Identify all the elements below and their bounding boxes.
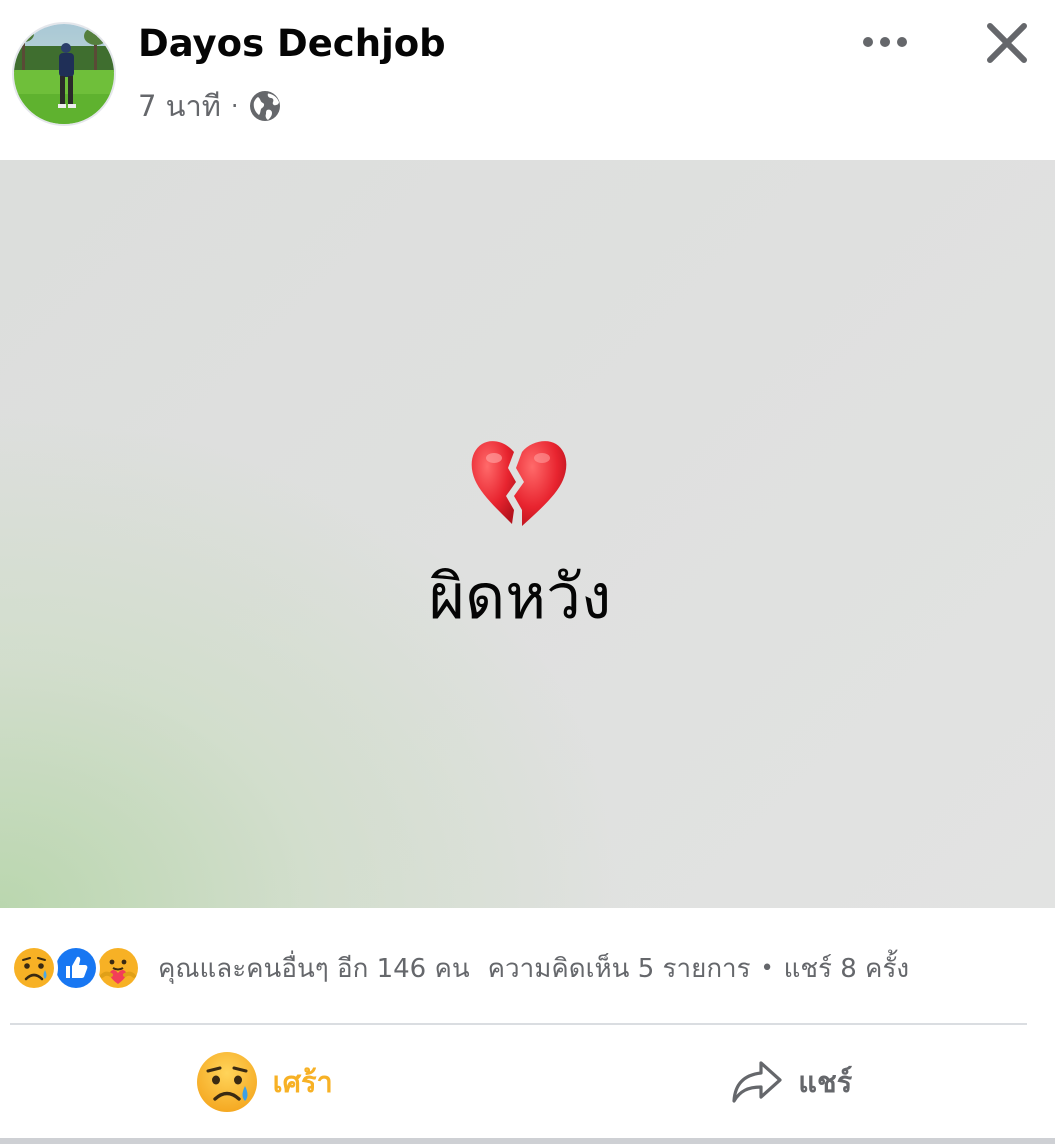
- bottom-border: [0, 1138, 1055, 1144]
- care-reaction-icon: [94, 944, 142, 992]
- reaction-summary: คุณและคนอื่นๆ อีก 146 คน ความคิดเห็น 5 ร…: [10, 940, 1045, 996]
- sad-reaction-icon: [10, 944, 58, 992]
- globe-icon: [249, 91, 280, 121]
- action-bar: เศร้า แชร์: [0, 1026, 1055, 1138]
- sad-reaction-icon: [196, 1052, 257, 1112]
- share-label: แชร์: [798, 1065, 853, 1099]
- reaction-label: เศร้า: [272, 1065, 333, 1099]
- reaction-count[interactable]: คุณและคนอื่นๆ อีก 146 คน: [158, 948, 470, 989]
- post-header: Dayos Dechjob 7 นาที ·: [0, 0, 1055, 160]
- author-name[interactable]: Dayos Dechjob: [138, 22, 446, 65]
- status-card[interactable]: ผิดหวัง: [0, 160, 1055, 908]
- avatar[interactable]: [12, 22, 116, 126]
- close-button[interactable]: [980, 16, 1034, 70]
- comments-count[interactable]: ความคิดเห็น 5 รายการ: [488, 948, 751, 989]
- close-icon: [987, 23, 1027, 63]
- share-button[interactable]: แชร์: [528, 1026, 1055, 1138]
- post-time[interactable]: 7 นาที: [138, 83, 221, 129]
- reaction-icons[interactable]: [10, 944, 142, 992]
- like-reaction-icon: [52, 944, 100, 992]
- more-horizontal-icon: [863, 37, 907, 47]
- meta-separator: ·: [230, 92, 239, 120]
- reaction-button[interactable]: เศร้า: [0, 1026, 528, 1138]
- summary-separator: •: [760, 955, 774, 981]
- shares-count[interactable]: แชร์ 8 ครั้ง: [784, 948, 910, 989]
- broken-heart-icon: [471, 441, 567, 526]
- more-options-button[interactable]: [856, 22, 914, 62]
- post-meta: 7 นาที ·: [138, 86, 281, 126]
- divider: [10, 1023, 1027, 1025]
- status-text: ผิดหวัง: [428, 560, 612, 633]
- share-arrow-icon: [732, 1061, 782, 1103]
